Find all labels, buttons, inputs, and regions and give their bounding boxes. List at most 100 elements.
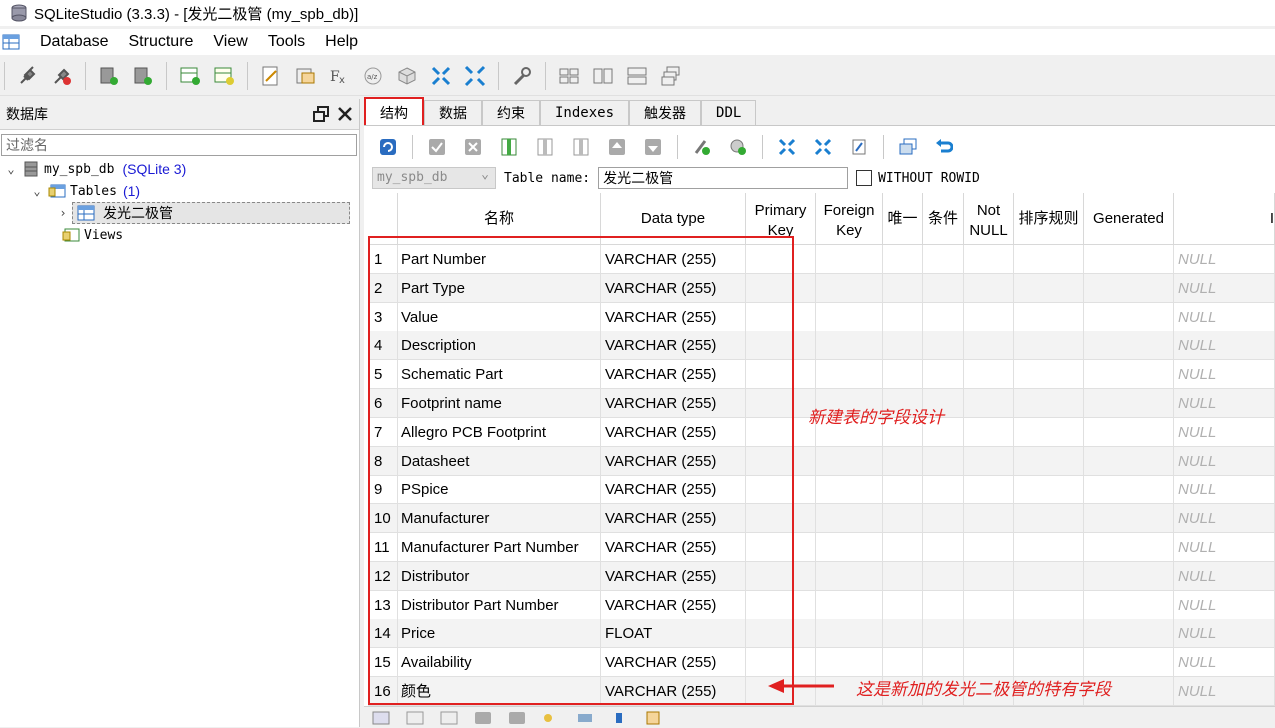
- tab-ddl[interactable]: DDL: [701, 100, 757, 125]
- add-database-button[interactable]: [97, 64, 121, 88]
- collate-cell[interactable]: [1014, 417, 1084, 446]
- generated-cell[interactable]: [1084, 331, 1174, 360]
- refresh-database-button[interactable]: [131, 64, 155, 88]
- create-similar-button[interactable]: [897, 136, 919, 158]
- edit-table-button[interactable]: [212, 64, 236, 88]
- data-type-cell[interactable]: VARCHAR (255): [601, 245, 746, 273]
- export-data-button[interactable]: [812, 136, 834, 158]
- unique-cell[interactable]: [883, 273, 923, 302]
- connect-db-button[interactable]: [16, 64, 40, 88]
- data-type-cell[interactable]: VARCHAR (255): [601, 475, 746, 504]
- unique-cell[interactable]: [883, 331, 923, 360]
- column-header-foreign-key[interactable]: Foreign Key: [816, 193, 883, 245]
- config-button[interactable]: [510, 64, 534, 88]
- primary-key-cell[interactable]: [746, 446, 816, 475]
- move-up-button[interactable]: [606, 136, 628, 158]
- tree-item-tables[interactable]: ⌄ Tables (1): [0, 180, 359, 202]
- column-name-cell[interactable]: Schematic Part: [398, 360, 601, 389]
- menu-help[interactable]: Help: [315, 29, 368, 55]
- import-button[interactable]: [429, 64, 453, 88]
- foreign-key-cell[interactable]: [816, 273, 883, 302]
- foreign-key-cell[interactable]: [816, 331, 883, 360]
- not-null-cell[interactable]: [964, 533, 1014, 561]
- generated-cell[interactable]: [1084, 245, 1174, 273]
- table-row[interactable]: 12 Distributor VARCHAR (255) NULL: [368, 561, 1275, 591]
- column-header-default[interactable]: I: [1174, 193, 1275, 245]
- not-null-cell[interactable]: [964, 302, 1014, 331]
- key-icon[interactable]: [542, 711, 560, 725]
- default-value-cell[interactable]: NULL: [1174, 331, 1275, 360]
- not-null-cell[interactable]: [964, 648, 1014, 677]
- primary-key-cell[interactable]: [746, 417, 816, 446]
- foreign-key-cell[interactable]: [816, 590, 883, 619]
- not-null-cell[interactable]: [964, 590, 1014, 619]
- default-value-cell[interactable]: NULL: [1174, 446, 1275, 475]
- default-value-cell[interactable]: NULL: [1174, 360, 1275, 389]
- constraint-up-icon[interactable]: [474, 711, 492, 725]
- database-combo[interactable]: my_spb_db: [372, 165, 496, 189]
- data-type-cell[interactable]: VARCHAR (255): [601, 331, 746, 360]
- default-value-cell[interactable]: NULL: [1174, 245, 1275, 273]
- column-name-cell[interactable]: Description: [398, 331, 601, 360]
- menu-tools[interactable]: Tools: [258, 29, 315, 55]
- data-type-cell[interactable]: VARCHAR (255): [601, 648, 746, 677]
- data-type-cell[interactable]: VARCHAR (255): [601, 533, 746, 561]
- column-name-cell[interactable]: PSpice: [398, 475, 601, 504]
- check-cell[interactable]: [923, 619, 964, 648]
- selected-table-row[interactable]: 发光二极管: [72, 202, 350, 224]
- data-type-cell[interactable]: VARCHAR (255): [601, 417, 746, 446]
- data-type-cell[interactable]: VARCHAR (255): [601, 302, 746, 331]
- column-name-cell[interactable]: Part Number: [398, 245, 601, 273]
- unique-cell[interactable]: [883, 561, 923, 590]
- check-cell[interactable]: [923, 590, 964, 619]
- primary-key-cell[interactable]: [746, 331, 816, 360]
- collate-cell[interactable]: [1014, 273, 1084, 302]
- foreign-key-cell[interactable]: [816, 619, 883, 648]
- default-value-cell[interactable]: NULL: [1174, 533, 1275, 561]
- delete-column-button[interactable]: [570, 136, 592, 158]
- ddl-history-button[interactable]: [293, 64, 317, 88]
- column-name-cell[interactable]: Value: [398, 302, 601, 331]
- float-panel-icon[interactable]: [313, 106, 329, 122]
- check-constraint-icon[interactable]: [644, 711, 662, 725]
- foreign-key-cell[interactable]: [816, 504, 883, 533]
- foreign-key-cell[interactable]: [816, 446, 883, 475]
- column-header-primary-key[interactable]: Primary Key: [746, 193, 816, 245]
- add-trigger-button[interactable]: [727, 136, 749, 158]
- column-header-check[interactable]: 条件: [923, 193, 964, 245]
- not-null-cell[interactable]: [964, 417, 1014, 446]
- default-value-cell[interactable]: NULL: [1174, 273, 1275, 302]
- collate-cell[interactable]: [1014, 648, 1084, 677]
- column-name-cell[interactable]: Manufacturer Part Number: [398, 533, 601, 561]
- collate-cell[interactable]: [1014, 446, 1084, 475]
- default-value-cell[interactable]: NULL: [1174, 417, 1275, 446]
- new-table-button[interactable]: [178, 64, 202, 88]
- not-null-cell[interactable]: [964, 331, 1014, 360]
- data-type-cell[interactable]: VARCHAR (255): [601, 360, 746, 389]
- not-null-cell[interactable]: [964, 273, 1014, 302]
- foreign-key-cell[interactable]: [816, 561, 883, 590]
- collate-cell[interactable]: [1014, 590, 1084, 619]
- generated-cell[interactable]: [1084, 561, 1174, 590]
- default-value-cell[interactable]: NULL: [1174, 389, 1275, 417]
- tile-windows-button[interactable]: [557, 64, 581, 88]
- generated-cell[interactable]: [1084, 360, 1174, 389]
- not-null-cell[interactable]: [964, 504, 1014, 533]
- default-value-cell[interactable]: NULL: [1174, 648, 1275, 677]
- column-name-cell[interactable]: Footprint name: [398, 389, 601, 417]
- column-header-collate[interactable]: 排序规则: [1014, 193, 1084, 245]
- unique-cell[interactable]: [883, 245, 923, 273]
- populate-button[interactable]: [848, 136, 870, 158]
- menu-database[interactable]: Database: [30, 29, 119, 55]
- collate-cell[interactable]: [1014, 475, 1084, 504]
- add-index-button[interactable]: [691, 136, 713, 158]
- column-header-type[interactable]: Data type: [601, 193, 746, 245]
- table-row[interactable]: 15 Availability VARCHAR (255) NULL: [368, 648, 1275, 678]
- unique-cell[interactable]: [883, 619, 923, 648]
- generated-cell[interactable]: [1084, 417, 1174, 446]
- table-row[interactable]: 8 Datasheet VARCHAR (255) NULL: [368, 446, 1275, 476]
- column-header-name[interactable]: 名称: [398, 193, 601, 245]
- table-row[interactable]: 11 Manufacturer Part Number VARCHAR (255) N…: [368, 533, 1275, 562]
- tab-indexes[interactable]: Indexes: [540, 100, 630, 125]
- generated-cell[interactable]: [1084, 504, 1174, 533]
